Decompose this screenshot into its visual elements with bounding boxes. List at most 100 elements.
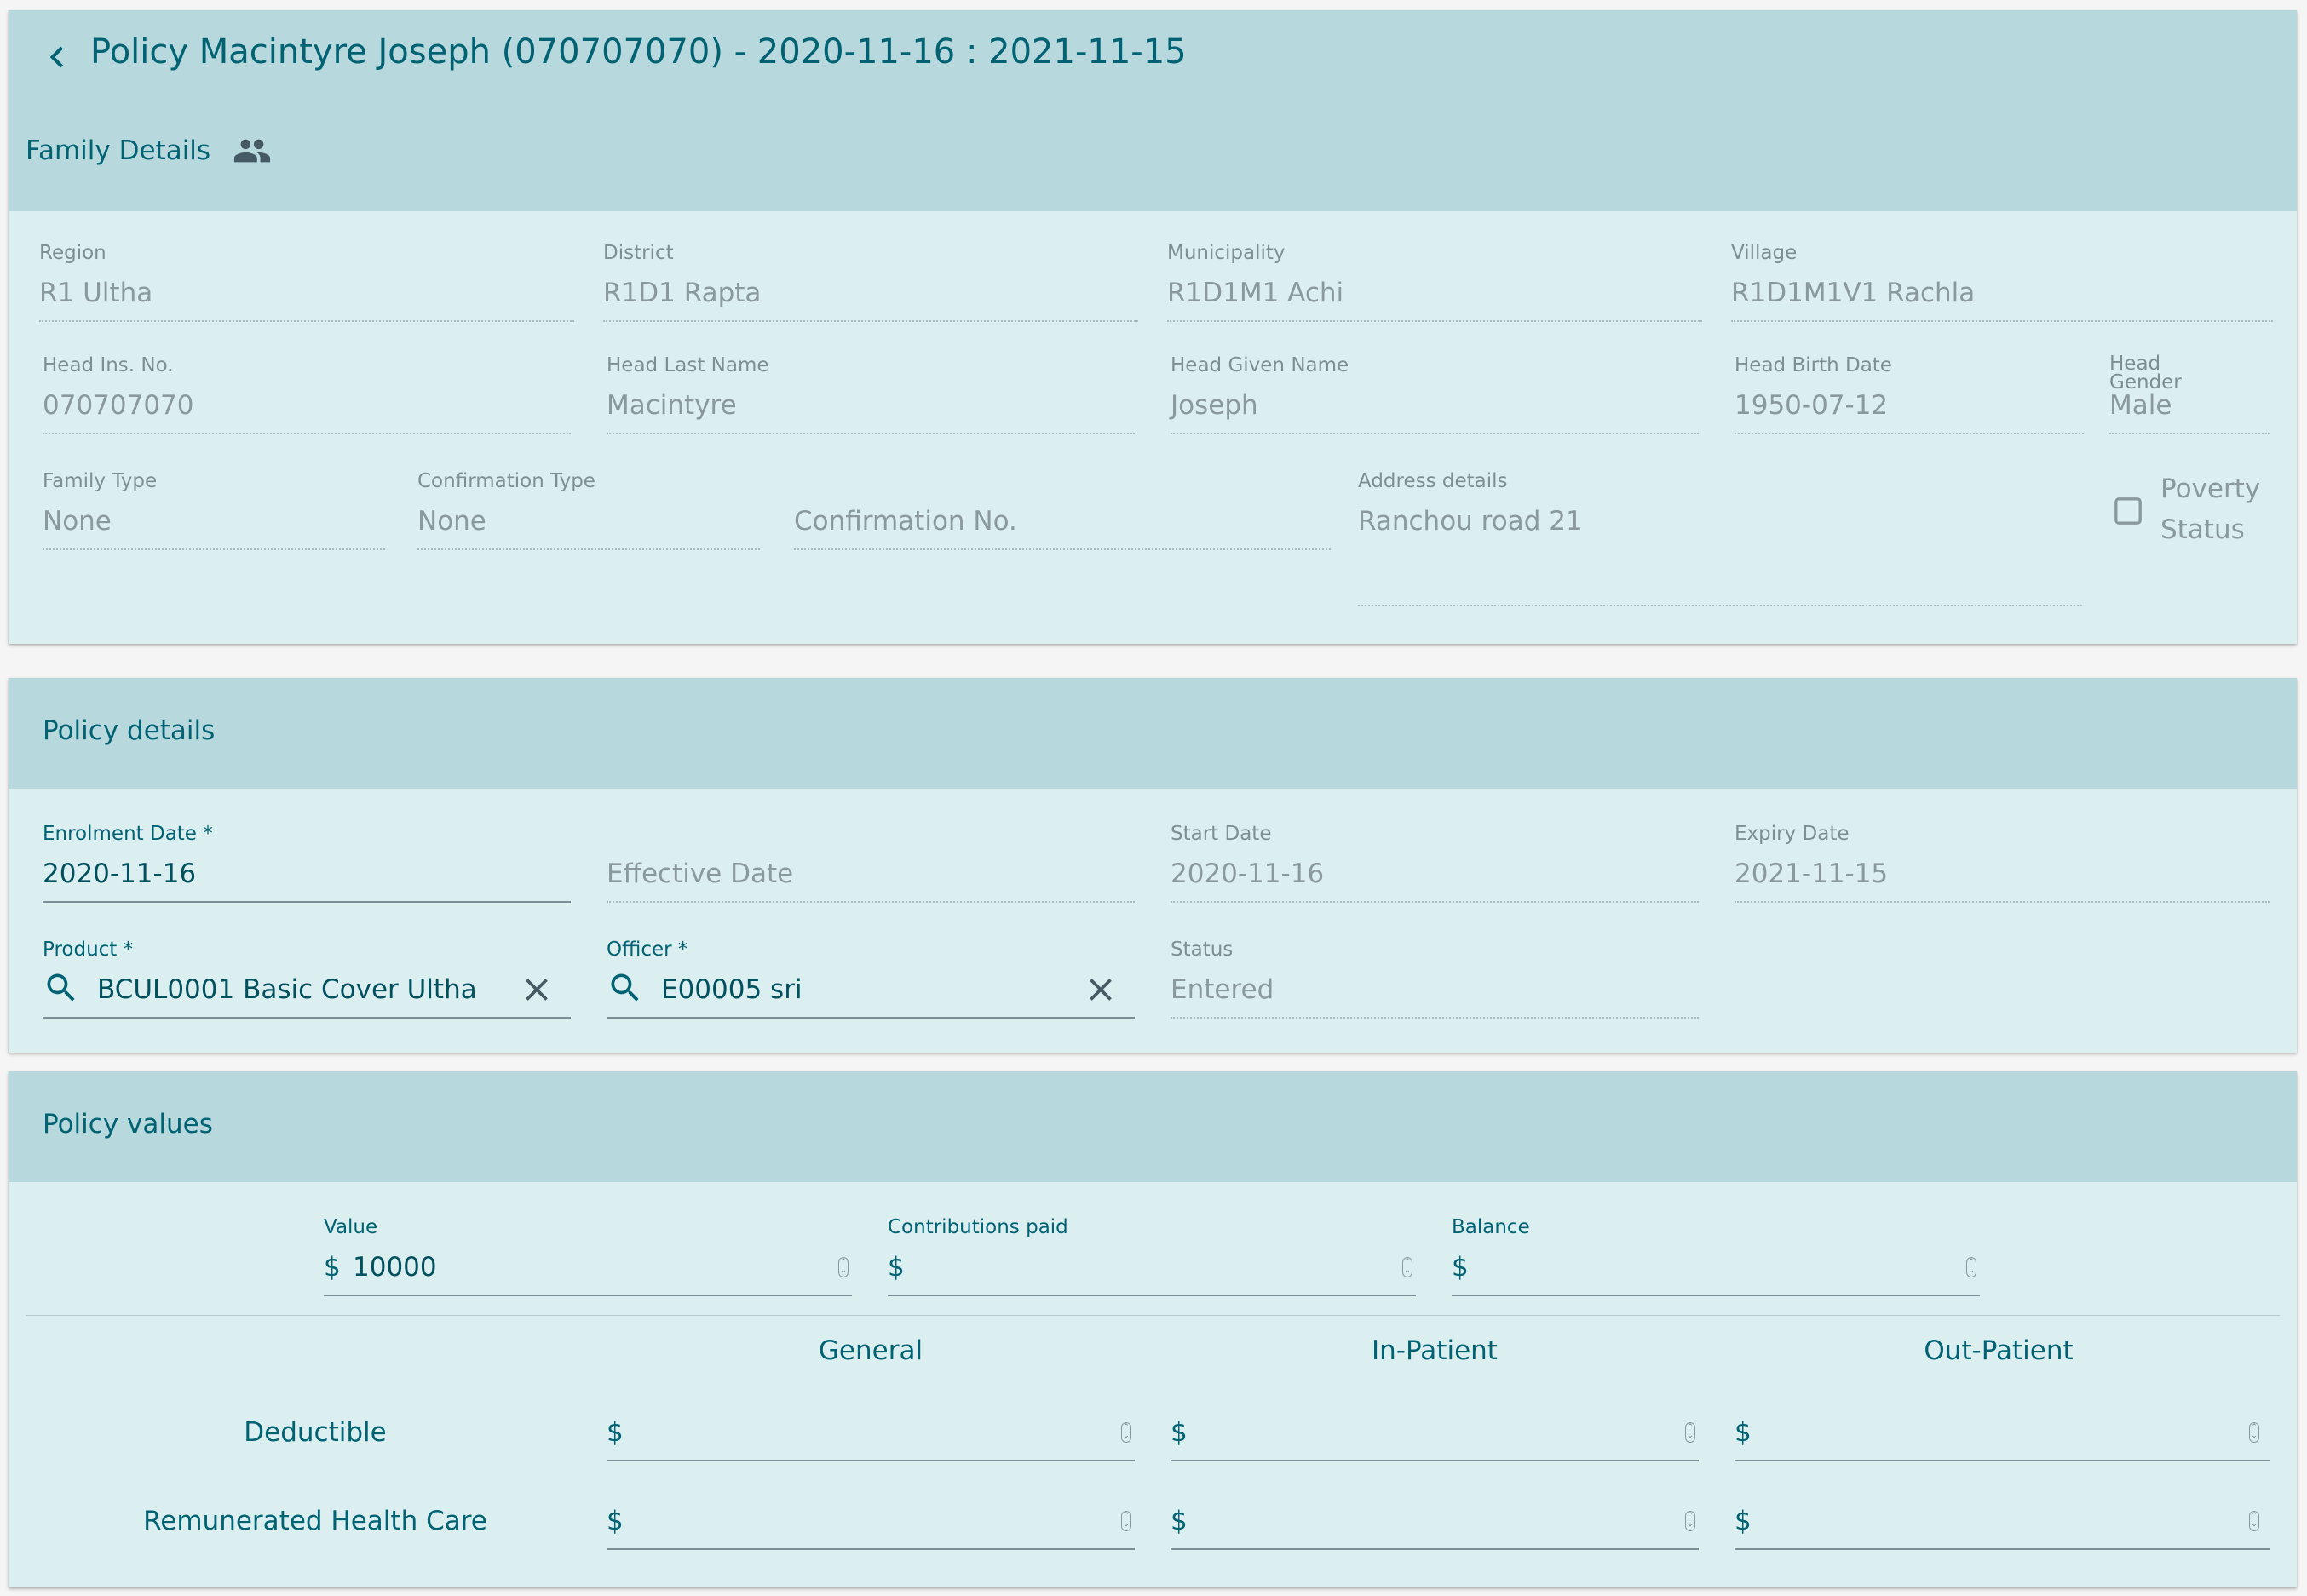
- search-icon: [47, 973, 75, 1002]
- head-last-name-field[interactable]: Macintyre: [607, 390, 737, 422]
- value-underline: [324, 1295, 852, 1296]
- policy-values-header: Policy values: [9, 1071, 2297, 1182]
- policy-values-card: Policy values Value $ 10000 ⌃ ⌄ Contribut…: [9, 1071, 2297, 1587]
- family-type-underline: [43, 548, 385, 550]
- spinner-icon[interactable]: ⌃ ⌄: [1121, 1422, 1131, 1443]
- deductible-general-currency: $: [607, 1417, 624, 1448]
- address-details-field[interactable]: Ranchou road 21: [1358, 506, 1583, 537]
- contributions-currency: $: [888, 1252, 905, 1283]
- spinner-icon[interactable]: ⌃ ⌄: [838, 1257, 849, 1277]
- family-type-label: Family Type: [43, 470, 158, 492]
- poverty-status-checkbox[interactable]: [2111, 494, 2145, 528]
- confirmation-type-field[interactable]: None: [417, 506, 486, 537]
- product-label: Product *: [43, 939, 134, 961]
- region-label: Region: [39, 242, 106, 264]
- balance-label: Balance: [1452, 1216, 1530, 1238]
- head-birth-date-field[interactable]: 1950-07-12: [1735, 390, 1888, 422]
- district-label: District: [603, 242, 674, 264]
- row-label-remunerated-health-care: Remunerated Health Care: [143, 1506, 487, 1536]
- chevron-left-icon: [49, 46, 64, 68]
- municipality-field[interactable]: R1D1M1 Achi: [1167, 278, 1343, 309]
- confirmation-type-label: Confirmation Type: [417, 470, 595, 492]
- people-icon: [233, 139, 271, 163]
- region-underline: [39, 320, 574, 322]
- family-details-label: Family Details: [26, 135, 211, 166]
- family-details-link[interactable]: Family Details: [26, 129, 272, 172]
- expiry-date-label: Expiry Date: [1735, 823, 1850, 845]
- head-gender-field[interactable]: Male: [2109, 390, 2172, 422]
- deductible-out-patient-currency: $: [1735, 1417, 1752, 1448]
- spinner-icon[interactable]: ⌃ ⌄: [2249, 1511, 2259, 1531]
- municipality-underline: [1167, 320, 1702, 322]
- spinner-icon[interactable]: ⌃ ⌄: [1966, 1257, 1976, 1277]
- page-title: Policy Macintyre Joseph (070707070) - 20…: [90, 32, 1187, 72]
- enrolment-date-label: Enrolment Date *: [43, 823, 213, 845]
- head-gender-underline: [2109, 433, 2270, 434]
- head-ins-no-field[interactable]: 070707070: [43, 390, 194, 422]
- column-out-patient: Out-Patient: [1924, 1335, 2074, 1366]
- product-underline: [43, 1017, 571, 1019]
- village-underline: [1731, 320, 2273, 322]
- head-birth-date-underline: [1735, 433, 2084, 434]
- product-field[interactable]: BCUL0001 Basic Cover Ultha: [97, 974, 477, 1006]
- address-details-label: Address details: [1358, 470, 1508, 492]
- expiry-date-underline: [1735, 901, 2270, 903]
- spinner-icon[interactable]: ⌃ ⌄: [1685, 1511, 1695, 1531]
- value-field[interactable]: 10000: [353, 1252, 437, 1283]
- policy-details-header: Policy details: [9, 678, 2297, 789]
- address-details-underline: [1358, 605, 2082, 606]
- district-underline: [603, 320, 1138, 322]
- contributions-paid-label: Contributions paid: [888, 1216, 1068, 1238]
- poverty-status-label-1: Poverty: [2160, 474, 2261, 504]
- head-given-name-field[interactable]: Joseph: [1171, 390, 1258, 422]
- head-last-name-underline: [607, 433, 1135, 434]
- officer-label: Officer *: [607, 939, 688, 961]
- spinner-icon[interactable]: ⌃ ⌄: [1402, 1257, 1412, 1277]
- head-ins-no-label: Head Ins. No.: [43, 354, 174, 376]
- spinner-icon[interactable]: ⌃ ⌄: [2249, 1422, 2259, 1443]
- confirmation-type-underline: [417, 548, 760, 550]
- search-icon: [611, 973, 639, 1002]
- deductible-out-patient-underline: [1735, 1460, 2270, 1461]
- enrolment-date-field[interactable]: 2020-11-16: [43, 858, 196, 890]
- head-given-name-underline: [1171, 433, 1699, 434]
- spinner-icon[interactable]: ⌃ ⌄: [1685, 1422, 1695, 1443]
- start-date-field[interactable]: 2020-11-16: [1171, 858, 1324, 890]
- family-card-header: Policy Macintyre Joseph (070707070) - 20…: [9, 10, 2297, 211]
- close-icon[interactable]: [518, 971, 555, 1008]
- spinner-icon[interactable]: ⌃ ⌄: [1121, 1511, 1131, 1531]
- head-last-name-label: Head Last Name: [607, 354, 769, 376]
- confirmation-no-field[interactable]: Confirmation No.: [794, 506, 1017, 537]
- region-field[interactable]: R1 Ultha: [39, 278, 152, 309]
- contributions-paid-underline: [888, 1295, 1416, 1296]
- checkbox-icon: [2114, 497, 2142, 525]
- status-field[interactable]: Entered: [1171, 974, 1274, 1006]
- deductible-general-underline: [607, 1460, 1135, 1461]
- deductible-in-patient-currency: $: [1171, 1417, 1188, 1448]
- balance-underline: [1452, 1295, 1980, 1296]
- municipality-label: Municipality: [1167, 242, 1286, 264]
- officer-underline: [607, 1017, 1135, 1019]
- head-ins-no-underline: [43, 433, 571, 434]
- effective-date-field[interactable]: Effective Date: [607, 858, 793, 889]
- close-icon[interactable]: [1082, 971, 1119, 1008]
- remunerated-general-underline: [607, 1548, 1135, 1550]
- remunerated-in-patient-underline: [1171, 1548, 1699, 1550]
- village-label: Village: [1731, 242, 1798, 264]
- family-type-field[interactable]: None: [43, 506, 112, 537]
- family-card: Policy Macintyre Joseph (070707070) - 20…: [9, 10, 2297, 644]
- expiry-date-field[interactable]: 2021-11-15: [1735, 858, 1888, 890]
- village-field[interactable]: R1D1M1V1 Rachla: [1731, 278, 1975, 309]
- enrolment-date-underline: [43, 901, 571, 903]
- officer-field[interactable]: E00005 sri: [661, 974, 803, 1006]
- back-button[interactable]: [36, 36, 78, 78]
- district-field[interactable]: R1D1 Rapta: [603, 278, 761, 309]
- confirmation-no-underline: [794, 548, 1331, 550]
- poverty-status-label-2: Status: [2160, 514, 2245, 545]
- column-in-patient: In-Patient: [1372, 1335, 1498, 1366]
- policy-details-card: Policy details Enrolment Date * 2020-11-…: [9, 678, 2297, 1053]
- balance-currency: $: [1452, 1252, 1469, 1283]
- effective-date-underline: [607, 901, 1135, 903]
- value-label: Value: [324, 1216, 378, 1238]
- policy-values-title: Policy values: [43, 1109, 213, 1140]
